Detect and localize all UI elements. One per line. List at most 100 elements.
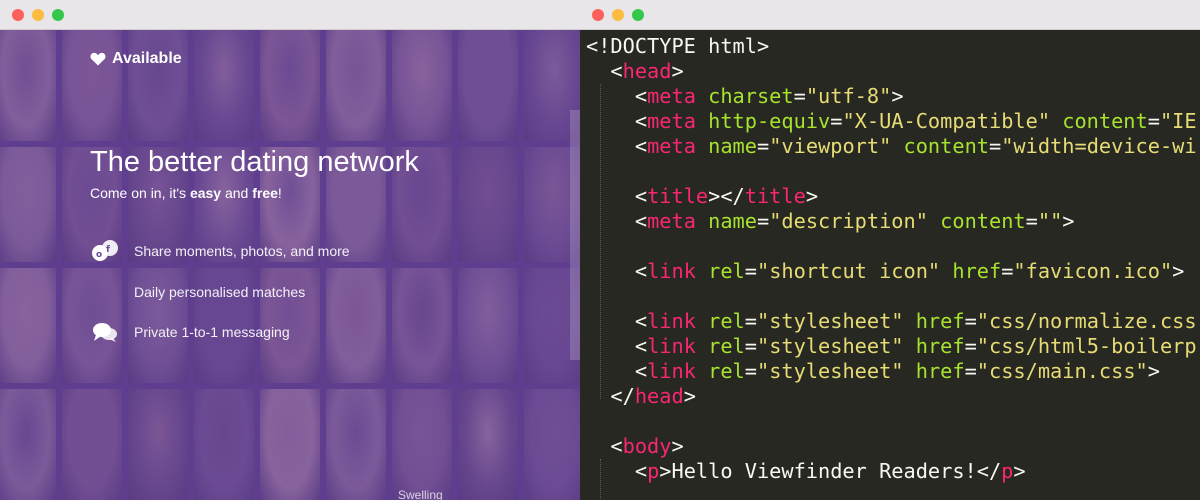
code-token: < bbox=[586, 134, 648, 158]
code-line: <body> bbox=[586, 434, 1197, 459]
code-token: < bbox=[586, 309, 648, 333]
code-token: content bbox=[1062, 109, 1148, 133]
close-window-button[interactable] bbox=[12, 9, 24, 21]
code-line: <head> bbox=[586, 59, 1197, 84]
code-token: "utf-8" bbox=[805, 84, 892, 108]
purple-overlay bbox=[0, 30, 580, 500]
code-token: = bbox=[744, 334, 757, 358]
code-line: </head> bbox=[586, 384, 1197, 409]
code-token: "stylesheet" bbox=[756, 334, 904, 358]
code-token: "X-UA-Compatible" bbox=[842, 109, 1051, 133]
editor-close-button[interactable] bbox=[592, 9, 604, 21]
code-token: rel bbox=[708, 259, 745, 283]
code-token: = bbox=[1001, 259, 1014, 283]
code-token: = bbox=[756, 209, 770, 233]
svg-text:o: o bbox=[96, 250, 102, 260]
code-token: > bbox=[1172, 259, 1185, 283]
code-token: href bbox=[915, 334, 965, 358]
code-token: "description" bbox=[769, 209, 928, 233]
code-token: "css/html5-boilerp bbox=[976, 334, 1197, 358]
code-line: <link rel="stylesheet" href="css/normali… bbox=[586, 309, 1197, 334]
code-token: = bbox=[964, 309, 977, 333]
code-token: < bbox=[586, 359, 648, 383]
minimize-window-button[interactable] bbox=[32, 9, 44, 21]
tagline-free: free bbox=[252, 185, 278, 201]
code-token: rel bbox=[708, 309, 745, 333]
code-token: = bbox=[793, 84, 806, 108]
code-token: < bbox=[586, 59, 623, 83]
code-token: p bbox=[647, 459, 660, 483]
code-token: > bbox=[1062, 209, 1075, 233]
code-line: <p>Hello Viewfinder Readers!</p> bbox=[586, 459, 1197, 484]
code-token: title bbox=[647, 184, 709, 208]
code-token: ></ bbox=[708, 184, 745, 208]
code-token: "width=device-wi bbox=[1001, 134, 1197, 158]
code-token: "shortcut icon" bbox=[756, 259, 941, 283]
code-line: <title></title> bbox=[586, 184, 1197, 209]
code-token: >Hello Viewfinder Readers!</ bbox=[659, 459, 1002, 483]
code-token: meta bbox=[647, 134, 696, 158]
code-editor-pane[interactable]: <!DOCTYPE html> <head> <meta charset="ut… bbox=[580, 30, 1200, 500]
code-text[interactable]: <!DOCTYPE html> <head> <meta charset="ut… bbox=[586, 34, 1197, 484]
code-line: <meta http-equiv="X-UA-Compatible" conte… bbox=[586, 109, 1197, 134]
code-token: = bbox=[744, 259, 757, 283]
dating-landing-page: Available The better dating network Come… bbox=[0, 30, 580, 500]
code-token: title bbox=[744, 184, 806, 208]
maximize-window-button[interactable] bbox=[52, 9, 64, 21]
code-token: > bbox=[1013, 459, 1026, 483]
site-logo[interactable]: Available bbox=[90, 50, 182, 68]
code-token: rel bbox=[708, 334, 745, 358]
code-token: head bbox=[622, 59, 672, 83]
code-token: meta bbox=[647, 209, 696, 233]
code-token: = bbox=[964, 359, 977, 383]
code-line: <meta charset="utf-8"> bbox=[586, 84, 1197, 109]
editor-minimize-button[interactable] bbox=[612, 9, 624, 21]
code-line: <!DOCTYPE html> bbox=[586, 34, 1197, 59]
code-token: "viewport" bbox=[769, 134, 892, 158]
code-token: </ bbox=[586, 384, 635, 408]
code-line: <link rel="shortcut icon" href="favicon.… bbox=[586, 259, 1197, 284]
feature-messaging: Private 1-to-1 messaging bbox=[90, 320, 290, 344]
left-browser-window: Available The better dating network Come… bbox=[0, 0, 580, 500]
code-token: href bbox=[915, 359, 965, 383]
feature-share: o f Share moments, photos, and more bbox=[90, 239, 350, 263]
code-token: content bbox=[940, 209, 1026, 233]
bottom-cutoff-text: Swelling bbox=[398, 488, 443, 500]
code-token: link bbox=[647, 309, 696, 333]
code-token: < bbox=[586, 209, 648, 233]
svg-text:f: f bbox=[106, 245, 110, 255]
code-token: "css/main.css" bbox=[976, 359, 1148, 383]
code-token: < bbox=[586, 459, 648, 483]
code-token: = bbox=[744, 359, 757, 383]
code-token: "" bbox=[1037, 209, 1063, 233]
code-token: http-equiv bbox=[708, 109, 831, 133]
editor-maximize-button[interactable] bbox=[632, 9, 644, 21]
hero-tagline: Come on in, it's easy and free! bbox=[90, 185, 282, 201]
code-token: = bbox=[964, 334, 977, 358]
code-line: <link rel="stylesheet" href="css/html5-b… bbox=[586, 334, 1197, 359]
code-token: < bbox=[586, 259, 648, 283]
share-icon: o f bbox=[90, 239, 120, 263]
code-token: charset bbox=[708, 84, 794, 108]
code-token: link bbox=[647, 359, 696, 383]
code-line: <meta name="viewport" content="width=dev… bbox=[586, 134, 1197, 159]
code-token: meta bbox=[647, 109, 696, 133]
hero-headline: The better dating network bbox=[90, 146, 419, 178]
code-token: meta bbox=[647, 84, 696, 108]
page-scrollbar[interactable] bbox=[570, 110, 580, 360]
editor-titlebar bbox=[580, 0, 1200, 30]
code-token: = bbox=[744, 309, 757, 333]
